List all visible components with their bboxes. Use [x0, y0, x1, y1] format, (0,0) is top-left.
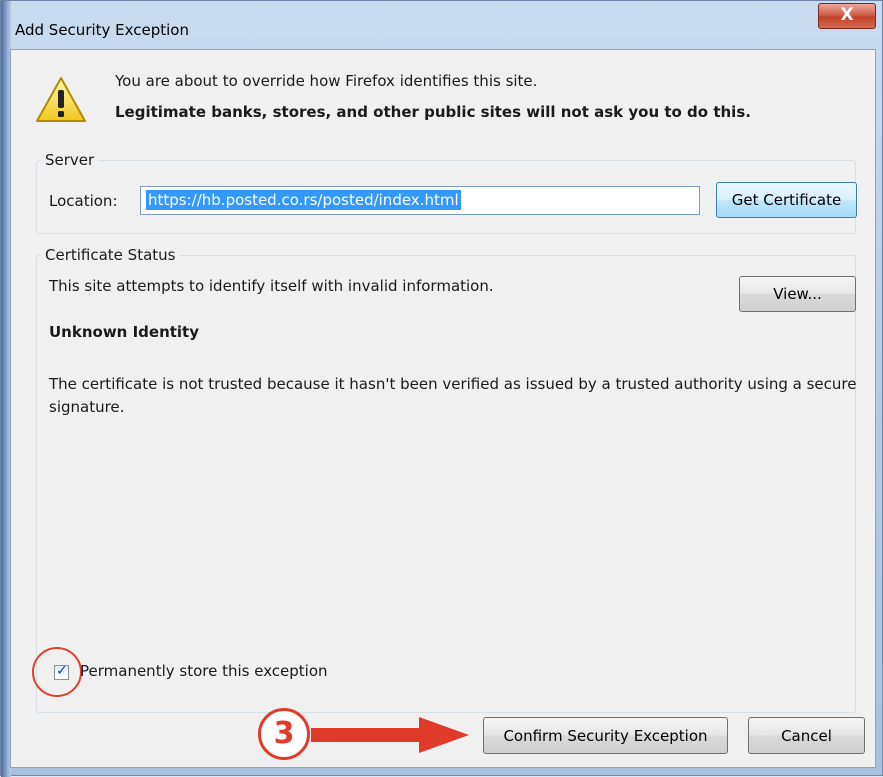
checkmark-icon: ✓: [56, 663, 68, 679]
server-legend: Server: [41, 151, 99, 169]
cancel-button[interactable]: Cancel: [748, 717, 865, 754]
window-title: Add Security Exception: [15, 21, 189, 39]
permanent-store-checkbox[interactable]: ✓: [54, 663, 69, 680]
step-number-badge: 3: [258, 708, 310, 760]
close-button[interactable]: X: [818, 3, 876, 29]
location-value: https://hb.posted.co.rs/posted/index.htm…: [146, 190, 461, 210]
certificate-heading: Unknown Identity: [49, 323, 200, 341]
close-icon: X: [840, 5, 854, 25]
warning-message: You are about to override how Firefox id…: [115, 72, 538, 90]
dialog-body: You are about to override how Firefox id…: [10, 49, 876, 768]
view-button[interactable]: View...: [739, 276, 856, 312]
confirm-security-exception-button[interactable]: Confirm Security Exception: [483, 717, 728, 754]
view-label: View...: [773, 285, 822, 303]
dialog-window: Add Security Exception X You are about t…: [0, 0, 883, 777]
certificate-summary: This site attempts to identify itself wi…: [49, 277, 494, 295]
arrow-right-icon: [311, 717, 469, 753]
certificate-status-legend: Certificate Status: [41, 246, 180, 264]
confirm-label: Confirm Security Exception: [503, 726, 708, 745]
cancel-label: Cancel: [781, 726, 832, 745]
get-certificate-label: Get Certificate: [731, 191, 842, 209]
get-certificate-button[interactable]: Get Certificate: [716, 182, 857, 218]
title-bar[interactable]: Add Security Exception X: [1, 1, 883, 49]
location-input[interactable]: https://hb.posted.co.rs/posted/index.htm…: [140, 186, 700, 215]
certificate-description: The certificate is not trusted because i…: [49, 375, 857, 416]
permanent-store-label[interactable]: Permanently store this exception: [80, 662, 328, 680]
location-label: Location:: [49, 192, 118, 210]
warning-emphasis: Legitimate banks, stores, and other publ…: [115, 103, 751, 121]
warning-triangle-icon: [36, 77, 86, 122]
